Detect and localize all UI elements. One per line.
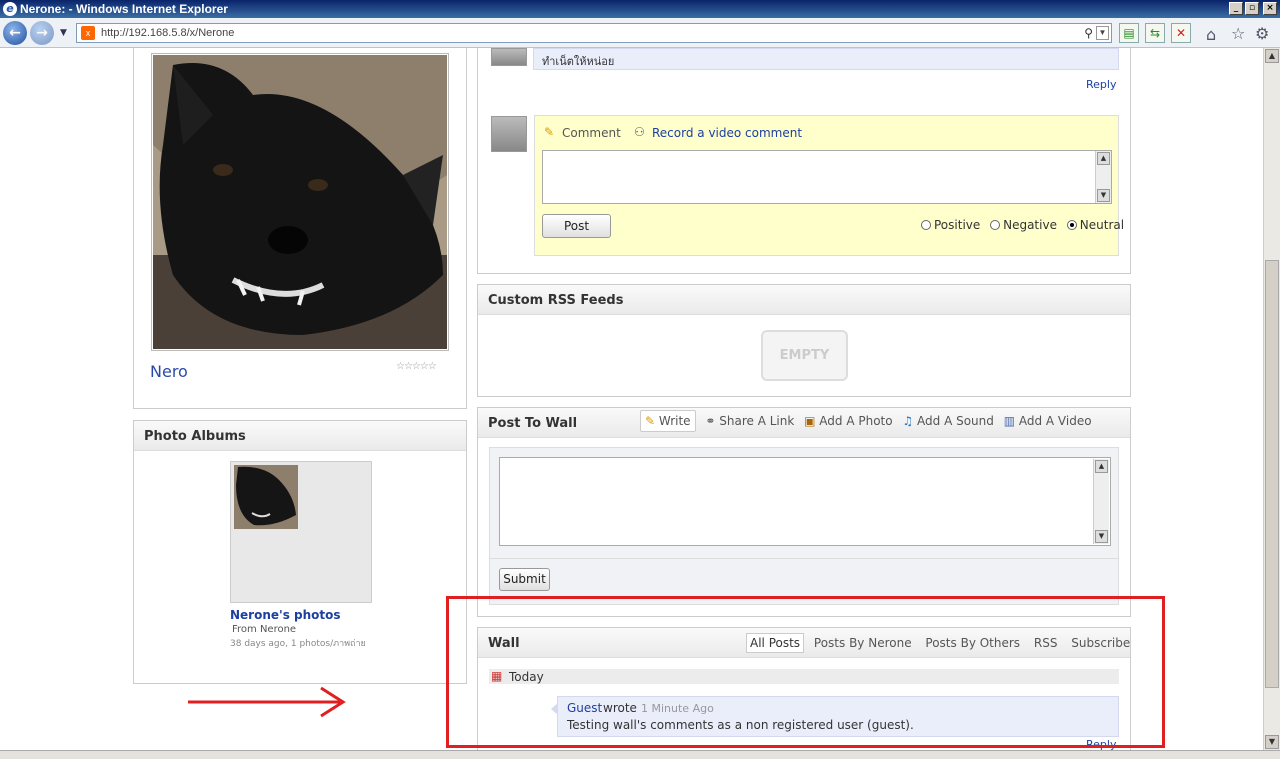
scroll-up-arrow-icon[interactable]: ▲	[1265, 49, 1279, 63]
textarea-scrollbar[interactable]: ▲ ▼	[1095, 151, 1111, 203]
comment-reply-link[interactable]: Reply	[1086, 78, 1116, 91]
address-url: http://192.168.5.8/x/Nerone	[101, 27, 235, 39]
album-name-link[interactable]: Nerone's photos	[230, 608, 341, 622]
search-icon[interactable]: ⚲	[1084, 24, 1093, 42]
rss-feeds-box: Custom RSS Feeds EMPTY	[477, 284, 1131, 397]
music-note-icon: ♫	[902, 414, 918, 428]
previous-comment: ทำเน็ตให้หน่อย	[533, 48, 1119, 70]
refresh-icon[interactable]: ⇆	[1145, 23, 1165, 43]
album-from: From Nerone	[232, 624, 297, 635]
divider	[490, 558, 1118, 559]
page-scrollbar[interactable]: ▲ ▼	[1263, 48, 1280, 750]
add-video-label: Add A Video	[1018, 414, 1092, 428]
commenter-avatar	[491, 48, 527, 66]
neutral-label: Neutral	[1079, 218, 1125, 232]
pencil-icon: ✎	[544, 125, 555, 139]
photo-albums-box: Photo Albums Nerone's photos From Nerone…	[133, 420, 467, 684]
wall-post-textarea[interactable]: ▲ ▼	[499, 457, 1111, 546]
write-tab[interactable]: ✎ Write	[640, 410, 696, 432]
album-meta: 38 days ago, 1 photos/ภาพถ่าย	[230, 639, 366, 649]
browser-toolbar: ← → ▼ x http://192.168.5.8/x/Nerone ⚲ ▼ …	[0, 18, 1280, 48]
site-favicon-icon: x	[81, 26, 95, 40]
record-video-comment-link[interactable]: Record a video comment	[652, 126, 802, 140]
positive-label: Positive	[934, 218, 981, 232]
post-form-area: ▲ ▼ Submit	[489, 447, 1119, 605]
history-dropdown-icon[interactable]: ▼	[60, 28, 67, 38]
comment-tab[interactable]: Comment	[562, 126, 621, 140]
address-bar[interactable]: x http://192.168.5.8/x/Nerone ⚲ ▼	[76, 23, 1112, 43]
wall-textarea-scrollbar[interactable]: ▲ ▼	[1093, 459, 1109, 544]
rss-empty-label: EMPTY	[761, 330, 848, 381]
comment-textarea[interactable]: ▲ ▼	[542, 150, 1112, 204]
profile-name[interactable]: Nero	[150, 362, 188, 381]
post-to-wall-box: Post To Wall ✎ Write ⚭ Share A Link ▣ Ad…	[477, 407, 1131, 617]
share-link-tab[interactable]: ⚭ Share A Link	[705, 414, 794, 428]
sentiment-radio-group: Positive Negative Neutral	[921, 218, 1124, 232]
forward-button[interactable]: →	[30, 21, 54, 45]
current-user-avatar	[491, 116, 527, 152]
stop-icon[interactable]: ✕	[1171, 23, 1191, 43]
profile-photo[interactable]	[153, 55, 447, 349]
negative-label: Negative	[1003, 218, 1057, 232]
window-title-bar: e Nerone: - Windows Internet Explorer _ …	[0, 0, 1280, 18]
add-photo-label: Add A Photo	[819, 414, 893, 428]
film-icon: ▥	[1003, 414, 1019, 428]
favorites-star-icon[interactable]: ☆	[1231, 24, 1245, 43]
negative-radio[interactable]	[990, 220, 1001, 230]
highlight-annotation	[446, 596, 1165, 748]
share-link-label: Share A Link	[719, 414, 795, 428]
add-sound-label: Add A Sound	[917, 414, 994, 428]
status-bar	[0, 750, 1280, 759]
add-video-tab[interactable]: ▥ Add A Video	[1004, 414, 1092, 428]
ie-logo-icon: e	[3, 2, 17, 16]
maximize-button[interactable]: ▫	[1245, 2, 1259, 15]
minimize-button[interactable]: _	[1229, 2, 1243, 15]
add-photo-tab[interactable]: ▣ Add A Photo	[804, 414, 892, 428]
comment-form: ✎ Comment ⚇ Record a video comment ▲ ▼ Po…	[534, 115, 1124, 256]
write-tab-label: Write	[658, 414, 691, 428]
photo-albums-title: Photo Albums	[134, 421, 466, 451]
submit-button[interactable]: Submit	[499, 568, 550, 591]
profile-box: Nero ☆☆☆☆☆	[133, 48, 467, 409]
photo-icon: ▣	[804, 414, 820, 428]
rating-stars-icon[interactable]: ☆☆☆☆☆	[396, 361, 437, 372]
chain-link-icon: ⚭	[705, 414, 720, 428]
tools-gear-icon[interactable]: ⚙	[1255, 24, 1269, 43]
add-sound-tab[interactable]: ♫ Add A Sound	[902, 414, 993, 428]
neutral-radio[interactable]	[1066, 220, 1077, 230]
annotation-arrow-icon	[188, 686, 346, 718]
address-dropdown-icon[interactable]: ▼	[1096, 26, 1109, 40]
post-type-toolbar: ✎ Write ⚭ Share A Link ▣ Add A Photo ♫ A…	[640, 410, 1092, 434]
post-to-wall-title: Post To Wall	[488, 416, 578, 431]
post-comment-button[interactable]: Post	[542, 214, 611, 238]
write-pencil-icon: ✎	[645, 414, 659, 428]
webcam-icon: ⚇	[634, 125, 645, 139]
comments-box: ทำเน็ตให้หน่อย Reply ✎ Comment ⚇ Record …	[477, 48, 1131, 274]
album-cover-frame[interactable]	[230, 461, 372, 603]
compatibility-view-icon[interactable]: ▤	[1119, 23, 1139, 43]
album-thumbnail[interactable]	[234, 465, 298, 529]
scroll-down-arrow-icon[interactable]: ▼	[1265, 735, 1279, 749]
rss-feeds-title: Custom RSS Feeds	[478, 285, 1130, 315]
home-icon[interactable]: ⌂	[1206, 25, 1216, 44]
positive-radio[interactable]	[921, 220, 931, 230]
back-button[interactable]: ←	[3, 21, 27, 45]
close-window-button[interactable]: ×	[1263, 2, 1277, 15]
profile-photo-frame	[151, 53, 449, 351]
window-title: Nerone: - Windows Internet Explorer	[20, 2, 228, 16]
scroll-thumb[interactable]	[1265, 260, 1279, 688]
